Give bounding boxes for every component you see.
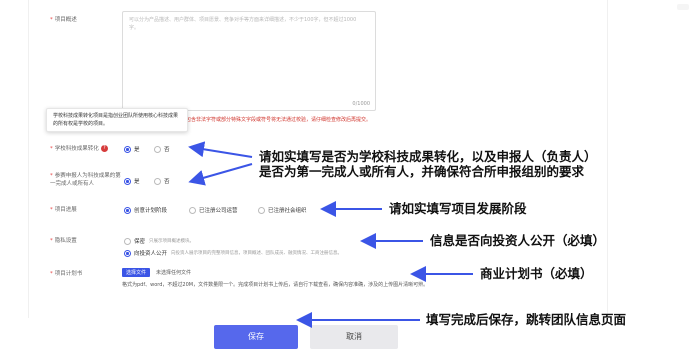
arrow-owner	[188, 163, 253, 186]
arrow-school	[188, 141, 253, 158]
annotation-arrows	[188, 141, 473, 328]
